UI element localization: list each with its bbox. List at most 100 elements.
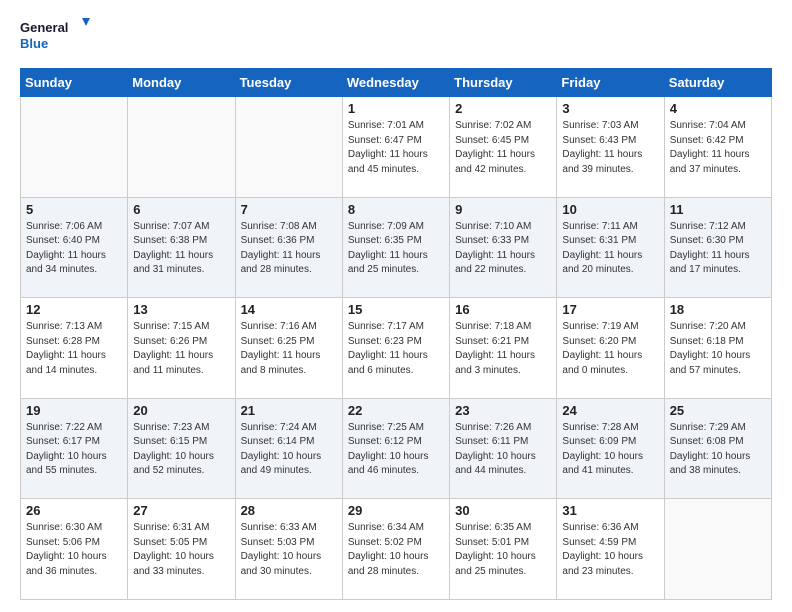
calendar-cell: 11 Sunrise: 7:12 AM Sunset: 6:30 PM Dayli… (664, 197, 771, 298)
calendar-cell: 13 Sunrise: 7:15 AM Sunset: 6:26 PM Dayli… (128, 298, 235, 399)
calendar-cell: 23 Sunrise: 7:26 AM Sunset: 6:11 PM Dayli… (450, 398, 557, 499)
day-number: 6 (133, 202, 229, 217)
calendar-cell: 29 Sunrise: 6:34 AM Sunset: 5:02 PM Dayli… (342, 499, 449, 600)
calendar-cell (664, 499, 771, 600)
calendar-cell: 9 Sunrise: 7:10 AM Sunset: 6:33 PM Daylig… (450, 197, 557, 298)
day-number: 28 (241, 503, 337, 518)
day-info: Sunrise: 6:33 AM Sunset: 5:03 PM Dayligh… (241, 521, 337, 579)
day-info: Sunrise: 7:19 AM Sunset: 6:20 PM Dayligh… (562, 320, 658, 378)
calendar-cell: 3 Sunrise: 7:03 AM Sunset: 6:43 PM Daylig… (557, 97, 664, 198)
calendar-cell (128, 97, 235, 198)
day-number: 10 (562, 202, 658, 217)
page: General Blue SundayMondayTuesdayWednesda… (0, 0, 792, 612)
day-info: Sunrise: 7:01 AM Sunset: 6:47 PM Dayligh… (348, 119, 444, 177)
day-number: 9 (455, 202, 551, 217)
day-number: 13 (133, 302, 229, 317)
day-number: 3 (562, 101, 658, 116)
day-info: Sunrise: 7:11 AM Sunset: 6:31 PM Dayligh… (562, 220, 658, 278)
day-info: Sunrise: 7:23 AM Sunset: 6:15 PM Dayligh… (133, 421, 229, 479)
calendar-cell: 8 Sunrise: 7:09 AM Sunset: 6:35 PM Daylig… (342, 197, 449, 298)
day-info: Sunrise: 7:09 AM Sunset: 6:35 PM Dayligh… (348, 220, 444, 278)
day-info: Sunrise: 7:08 AM Sunset: 6:36 PM Dayligh… (241, 220, 337, 278)
calendar-cell: 2Sunrise: 7:02 AM Sunset: 6:45 PM Daylig… (450, 97, 557, 198)
day-number: 4 (670, 101, 766, 116)
calendar-cell: 28 Sunrise: 6:33 AM Sunset: 5:03 PM Dayli… (235, 499, 342, 600)
svg-text:General: General (20, 20, 68, 35)
weekday-header: Thursday (450, 69, 557, 97)
weekday-header: Monday (128, 69, 235, 97)
calendar-cell: 18 Sunrise: 7:20 AM Sunset: 6:18 PM Dayli… (664, 298, 771, 399)
day-number: 26 (26, 503, 122, 518)
day-number: 17 (562, 302, 658, 317)
calendar-cell (235, 97, 342, 198)
svg-text:Blue: Blue (20, 36, 48, 51)
calendar-cell: 7 Sunrise: 7:08 AM Sunset: 6:36 PM Daylig… (235, 197, 342, 298)
calendar-table: SundayMondayTuesdayWednesdayThursdayFrid… (20, 68, 772, 600)
day-number: 31 (562, 503, 658, 518)
day-info: Sunrise: 7:22 AM Sunset: 6:17 PM Dayligh… (26, 421, 122, 479)
calendar-cell: 5Sunrise: 7:06 AM Sunset: 6:40 PM Daylig… (21, 197, 128, 298)
day-info: Sunrise: 7:07 AM Sunset: 6:38 PM Dayligh… (133, 220, 229, 278)
weekday-header: Tuesday (235, 69, 342, 97)
day-info: Sunrise: 7:20 AM Sunset: 6:18 PM Dayligh… (670, 320, 766, 378)
calendar-cell: 24 Sunrise: 7:28 AM Sunset: 6:09 PM Dayli… (557, 398, 664, 499)
day-info: Sunrise: 7:28 AM Sunset: 6:09 PM Dayligh… (562, 421, 658, 479)
day-info: Sunrise: 6:30 AM Sunset: 5:06 PM Dayligh… (26, 521, 122, 579)
day-number: 18 (670, 302, 766, 317)
day-info: Sunrise: 7:03 AM Sunset: 6:43 PM Dayligh… (562, 119, 658, 177)
day-number: 16 (455, 302, 551, 317)
day-number: 21 (241, 403, 337, 418)
calendar-cell: 22 Sunrise: 7:25 AM Sunset: 6:12 PM Dayli… (342, 398, 449, 499)
day-number: 12 (26, 302, 122, 317)
calendar-cell: 26 Sunrise: 6:30 AM Sunset: 5:06 PM Dayli… (21, 499, 128, 600)
weekday-header: Friday (557, 69, 664, 97)
calendar-cell: 30Sunrise: 6:35 AM Sunset: 5:01 PM Dayli… (450, 499, 557, 600)
day-info: Sunrise: 7:12 AM Sunset: 6:30 PM Dayligh… (670, 220, 766, 278)
day-number: 25 (670, 403, 766, 418)
day-info: Sunrise: 7:15 AM Sunset: 6:26 PM Dayligh… (133, 320, 229, 378)
logo-svg: General Blue (20, 16, 90, 58)
calendar-cell: 4 Sunrise: 7:04 AM Sunset: 6:42 PM Daylig… (664, 97, 771, 198)
calendar-cell: 14 Sunrise: 7:16 AM Sunset: 6:25 PM Dayli… (235, 298, 342, 399)
day-number: 1 (348, 101, 444, 116)
day-number: 30 (455, 503, 551, 518)
day-number: 8 (348, 202, 444, 217)
calendar-cell (21, 97, 128, 198)
day-number: 24 (562, 403, 658, 418)
weekday-header: Wednesday (342, 69, 449, 97)
day-info: Sunrise: 7:10 AM Sunset: 6:33 PM Dayligh… (455, 220, 551, 278)
day-number: 19 (26, 403, 122, 418)
day-info: Sunrise: 7:13 AM Sunset: 6:28 PM Dayligh… (26, 320, 122, 378)
day-number: 5 (26, 202, 122, 217)
day-info: Sunrise: 7:25 AM Sunset: 6:12 PM Dayligh… (348, 421, 444, 479)
logo: General Blue (20, 16, 90, 58)
calendar-cell: 20 Sunrise: 7:23 AM Sunset: 6:15 PM Dayli… (128, 398, 235, 499)
day-info: Sunrise: 7:16 AM Sunset: 6:25 PM Dayligh… (241, 320, 337, 378)
day-number: 27 (133, 503, 229, 518)
day-number: 11 (670, 202, 766, 217)
day-info: Sunrise: 7:26 AM Sunset: 6:11 PM Dayligh… (455, 421, 551, 479)
day-info: Sunrise: 7:02 AM Sunset: 6:45 PM Dayligh… (455, 119, 551, 177)
header: General Blue (20, 16, 772, 58)
day-number: 14 (241, 302, 337, 317)
day-number: 22 (348, 403, 444, 418)
day-info: Sunrise: 6:31 AM Sunset: 5:05 PM Dayligh… (133, 521, 229, 579)
day-info: Sunrise: 7:18 AM Sunset: 6:21 PM Dayligh… (455, 320, 551, 378)
weekday-header: Sunday (21, 69, 128, 97)
calendar-cell: 17 Sunrise: 7:19 AM Sunset: 6:20 PM Dayli… (557, 298, 664, 399)
day-number: 7 (241, 202, 337, 217)
day-info: Sunrise: 7:24 AM Sunset: 6:14 PM Dayligh… (241, 421, 337, 479)
day-number: 29 (348, 503, 444, 518)
calendar-cell: 16 Sunrise: 7:18 AM Sunset: 6:21 PM Dayli… (450, 298, 557, 399)
calendar-cell: 12 Sunrise: 7:13 AM Sunset: 6:28 PM Dayli… (21, 298, 128, 399)
day-number: 20 (133, 403, 229, 418)
day-info: Sunrise: 7:04 AM Sunset: 6:42 PM Dayligh… (670, 119, 766, 177)
calendar-cell: 21 Sunrise: 7:24 AM Sunset: 6:14 PM Dayli… (235, 398, 342, 499)
calendar-cell: 15 Sunrise: 7:17 AM Sunset: 6:23 PM Dayli… (342, 298, 449, 399)
day-number: 15 (348, 302, 444, 317)
day-info: Sunrise: 6:34 AM Sunset: 5:02 PM Dayligh… (348, 521, 444, 579)
day-number: 23 (455, 403, 551, 418)
day-info: Sunrise: 7:17 AM Sunset: 6:23 PM Dayligh… (348, 320, 444, 378)
day-info: Sunrise: 6:36 AM Sunset: 4:59 PM Dayligh… (562, 521, 658, 579)
calendar-cell: 31 Sunrise: 6:36 AM Sunset: 4:59 PM Dayli… (557, 499, 664, 600)
